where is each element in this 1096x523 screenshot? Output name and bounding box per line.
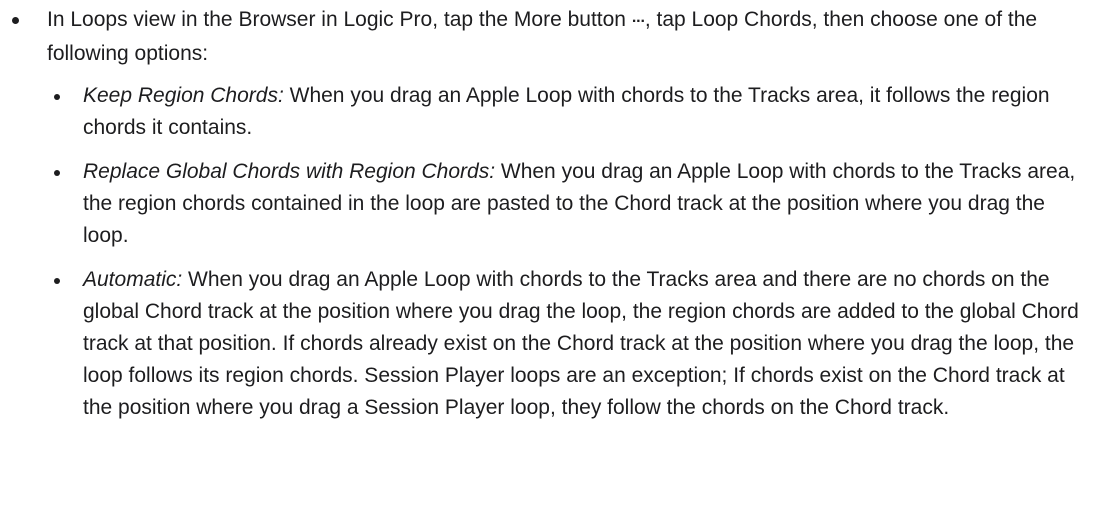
bullet-icon [12,17,19,24]
option-description: When you drag an Apple Loop with chords … [83,268,1079,419]
instruction-item: In Loops view in the Browser in Logic Pr… [0,4,1085,424]
option-term: Replace Global Chords with Region Chords… [83,160,496,183]
option-item-replace-global-chords: Replace Global Chords with Region Chords… [47,156,1085,252]
option-item-automatic: Automatic: When you drag an Apple Loop w… [47,264,1085,424]
option-term: Keep Region Chords: [83,84,284,107]
instruction-list: In Loops view in the Browser in Logic Pr… [0,4,1096,424]
bullet-icon [54,170,60,176]
options-list: Keep Region Chords: When you drag an App… [47,80,1085,424]
bullet-icon [54,278,60,284]
option-term: Automatic: [83,268,183,291]
document-body: In Loops view in the Browser in Logic Pr… [0,0,1096,523]
option-item-keep-region-chords: Keep Region Chords: When you drag an App… [47,80,1085,144]
more-button-icon: ··· [631,13,646,30]
bullet-icon [54,94,60,100]
intro-text-start: In Loops view in the Browser in Logic Pr… [47,8,632,31]
